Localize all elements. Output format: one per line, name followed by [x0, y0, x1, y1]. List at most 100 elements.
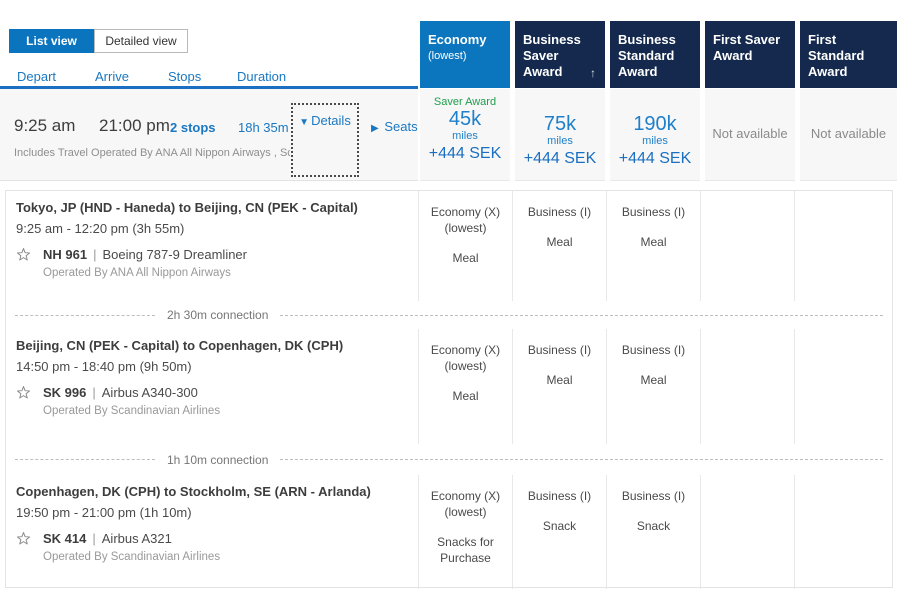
aircraft-type: Airbus A340-300	[102, 385, 198, 400]
seats-button[interactable]: ▶ Seats	[371, 119, 418, 134]
segment-times: 14:50 pm - 18:40 pm (9h 50m)	[16, 359, 418, 374]
fare-header-sublabel: (lowest)	[428, 48, 502, 64]
fare-header-first-saver[interactable]: First Saver Award	[705, 21, 795, 88]
dashed-line	[15, 459, 155, 460]
seats-label: Seats	[384, 119, 417, 134]
flight-details-panel: Tokyo, JP (HND - Haneda) to Beijing, CN …	[5, 190, 893, 588]
cabin-cell-first-standard	[794, 329, 892, 444]
cabin-cell-first-standard	[794, 475, 892, 589]
cabin-amenity: Meal	[517, 234, 602, 250]
cabin-amenity: Snack	[611, 518, 696, 534]
cabin-cell-business-saver: Business (I) Snack	[512, 475, 606, 589]
fare-cell-first-saver: Not available	[705, 89, 795, 181]
column-header-depart[interactable]: Depart	[17, 69, 56, 84]
star-alliance-icon	[16, 385, 31, 400]
cabin-cell-business-saver: Business (I) Meal	[512, 191, 606, 301]
cabin-sub: (lowest)	[423, 358, 508, 374]
connection-text: 2h 30m connection	[167, 308, 268, 322]
duration-value: 18h 35m	[238, 120, 289, 135]
miles-unit: miles	[420, 130, 510, 142]
cash-value: +444 SEK	[610, 149, 700, 169]
fare-header-label: Economy	[428, 32, 487, 47]
separator: |	[92, 385, 95, 400]
fare-cell-first-standard: Not available	[800, 89, 897, 181]
arrive-time: 21:00 pm	[99, 116, 170, 136]
cabin-class: Business (I)	[517, 342, 602, 358]
cabin-cell-economy: Economy (X) (lowest) Meal	[418, 329, 512, 444]
miles-value: 45k	[420, 108, 510, 130]
cabin-amenity: Snacks for Purchase	[423, 534, 508, 566]
fare-cell-business-standard[interactable]: 190k miles +444 SEK	[610, 89, 700, 181]
operated-by-note: Includes Travel Operated By ANA All Nipp…	[14, 147, 290, 159]
segment-row-1: Tokyo, JP (HND - Haneda) to Beijing, CN …	[6, 191, 892, 301]
cabin-class: Business (I)	[517, 488, 602, 504]
connection-text: 1h 10m connection	[167, 453, 268, 467]
cabin-cell-business-standard: Business (I) Snack	[606, 475, 700, 589]
connection-row-2: 1h 10m connection	[6, 444, 892, 475]
miles-value: 190k	[610, 113, 700, 135]
segment-info: Tokyo, JP (HND - Haneda) to Beijing, CN …	[6, 191, 418, 301]
dashed-line	[280, 315, 883, 316]
star-alliance-icon	[16, 247, 31, 262]
flight-number: SK 996	[43, 385, 86, 400]
miles-value: 75k	[515, 113, 605, 135]
details-button[interactable]: ▼Details	[291, 103, 359, 177]
segment-times: 9:25 am - 12:20 pm (3h 55m)	[16, 221, 418, 236]
segment-flight-line: NH 961 | Boeing 787-9 Dreamliner	[16, 247, 418, 262]
miles-unit: miles	[515, 135, 605, 147]
fare-cell-business-saver[interactable]: 75k miles +444 SEK	[515, 89, 605, 181]
cabin-class: Economy (X)	[423, 342, 508, 358]
fare-header-business-standard[interactable]: Business Standard Award	[610, 21, 700, 88]
aircraft-type: Airbus A321	[102, 531, 172, 546]
cabin-cell-business-standard: Business (I) Meal	[606, 329, 700, 444]
flight-number: NH 961	[43, 247, 87, 262]
connection-row-1: 2h 30m connection	[6, 301, 892, 329]
segment-info: Copenhagen, DK (CPH) to Stockholm, SE (A…	[6, 475, 418, 589]
saver-award-badge: Saver Award	[420, 89, 510, 108]
fare-cell-economy[interactable]: Saver Award 45k miles +444 SEK	[420, 89, 510, 181]
cabin-amenity: Meal	[611, 372, 696, 388]
segment-flight-line: SK 414 | Airbus A321	[16, 531, 418, 546]
miles-unit: miles	[610, 135, 700, 147]
segment-flight-line: SK 996 | Airbus A340-300	[16, 385, 418, 400]
column-header-arrive[interactable]: Arrive	[95, 69, 129, 84]
cash-value: +444 SEK	[515, 149, 605, 169]
dashed-line	[15, 315, 155, 316]
segment-times: 19:50 pm - 21:00 pm (1h 10m)	[16, 505, 418, 520]
cabin-class: Business (I)	[611, 488, 696, 504]
fare-header-label: Business Standard Award	[618, 32, 676, 79]
cabin-sub: (lowest)	[423, 504, 508, 520]
fare-header-economy[interactable]: Economy (lowest)	[420, 21, 510, 88]
cabin-amenity: Meal	[611, 234, 696, 250]
cabin-amenity: Meal	[423, 388, 508, 404]
details-label: Details	[311, 113, 351, 128]
separator: |	[93, 247, 96, 262]
cabin-class: Economy (X)	[423, 204, 508, 220]
star-alliance-icon	[16, 531, 31, 546]
tab-detailed-view[interactable]: Detailed view	[94, 29, 188, 53]
segment-row-2: Beijing, CN (PEK - Capital) to Copenhage…	[6, 329, 892, 444]
cabin-cell-first-saver	[700, 329, 794, 444]
tab-list-view[interactable]: List view	[9, 29, 94, 53]
cabin-cell-economy: Economy (X) (lowest) Meal	[418, 191, 512, 301]
cabin-class: Business (I)	[517, 204, 602, 220]
cabin-class: Business (I)	[611, 342, 696, 358]
stops-link[interactable]: 2 stops	[170, 120, 216, 135]
cabin-cell-business-saver: Business (I) Meal	[512, 329, 606, 444]
fare-header-business-saver[interactable]: Business Saver Award ↑	[515, 21, 605, 88]
cabin-cell-first-saver	[700, 191, 794, 301]
chevron-down-icon: ▼	[299, 117, 309, 128]
sort-up-icon: ↑	[590, 65, 596, 81]
column-header-duration[interactable]: Duration	[237, 69, 286, 84]
dashed-line	[280, 459, 883, 460]
fare-header-label: First Standard Award	[808, 32, 864, 79]
segment-operated-by: Operated By Scandinavian Airlines	[43, 551, 418, 563]
cabin-class: Business (I)	[611, 204, 696, 220]
flight-number: SK 414	[43, 531, 86, 546]
segment-route: Copenhagen, DK (CPH) to Stockholm, SE (A…	[16, 484, 418, 499]
award-results-page: List view Detailed view Depart Arrive St…	[0, 0, 900, 599]
cabin-amenity: Meal	[517, 372, 602, 388]
cabin-cell-first-standard	[794, 191, 892, 301]
column-header-stops[interactable]: Stops	[168, 69, 201, 84]
fare-header-first-standard[interactable]: First Standard Award	[800, 21, 897, 88]
